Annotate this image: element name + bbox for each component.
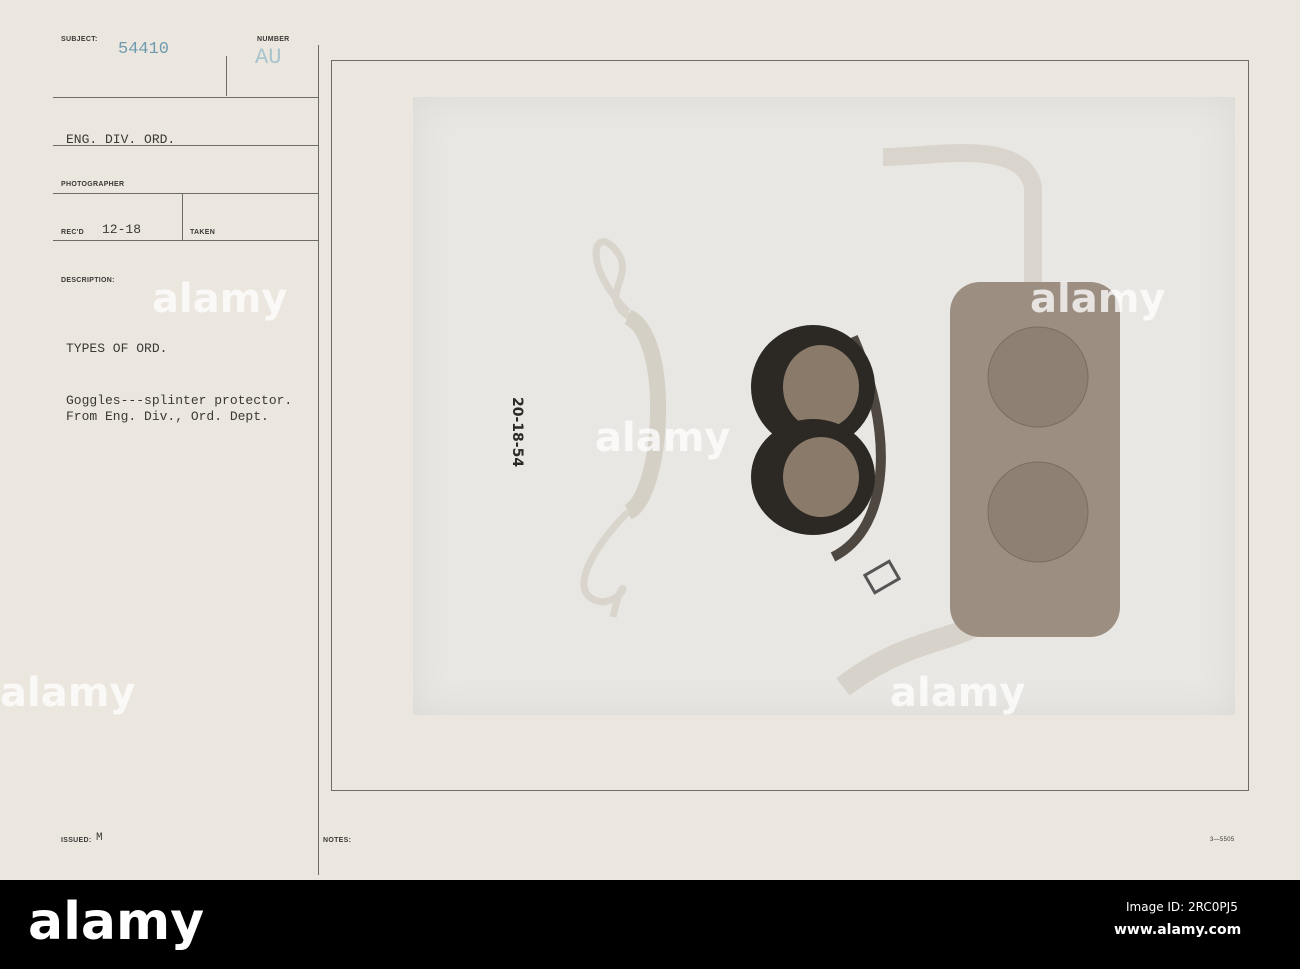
divider: [53, 145, 318, 146]
recd-label: REC'D: [61, 229, 84, 236]
photo-inscription: 20-18-54: [509, 397, 525, 467]
taken-label: TAKEN: [190, 229, 216, 236]
subject-value: 54410: [118, 40, 170, 59]
watermark: alamy: [595, 415, 731, 461]
card-divider: [318, 45, 319, 875]
alamy-logo: alamy: [28, 892, 205, 952]
divider: [182, 193, 183, 240]
alamy-url[interactable]: www.alamy.com: [1114, 922, 1241, 938]
frame-right: [1248, 60, 1249, 790]
goggles-photograph: 20-18-54: [413, 97, 1235, 715]
description-title: TYPES OF ORD.: [66, 341, 168, 356]
divider: [53, 193, 318, 194]
number-value: AU: [255, 45, 282, 70]
description-label: DESCRIPTION:: [61, 277, 115, 284]
subject-label: SUBJECT:: [61, 36, 98, 43]
divider: [53, 240, 318, 241]
description-line-1: Goggles---splinter protector.: [66, 393, 293, 408]
photo-record-card: SUBJECT: 54410 NUMBER AU ENG. DIV. ORD. …: [0, 0, 1300, 880]
issued-value: M: [96, 832, 103, 844]
form-number: 3—5505: [1210, 837, 1235, 843]
frame-left: [331, 60, 332, 790]
notes-label: NOTES:: [323, 837, 352, 844]
footer-bar: alamy Image ID: 2RC0PJ5 www.alamy.com: [0, 880, 1300, 969]
issued-label: ISSUED:: [61, 837, 92, 844]
image-id: Image ID: 2RC0PJ5: [1126, 900, 1238, 914]
watermark: alamy: [1030, 276, 1166, 322]
description-line-2: From Eng. Div., Ord. Dept.: [66, 409, 269, 424]
recd-value: 12-18: [102, 222, 142, 237]
watermark: alamy: [0, 670, 136, 716]
watermark: alamy: [890, 670, 1026, 716]
frame-bottom: [331, 790, 1249, 791]
watermark: alamy: [152, 276, 288, 322]
divider: [53, 97, 318, 98]
goggles-image: 20-18-54: [509, 144, 1120, 696]
divider: [226, 56, 227, 96]
number-label: NUMBER: [257, 36, 290, 43]
photographer-label: PHOTOGRAPHER: [61, 181, 125, 188]
frame-top: [331, 60, 1249, 61]
